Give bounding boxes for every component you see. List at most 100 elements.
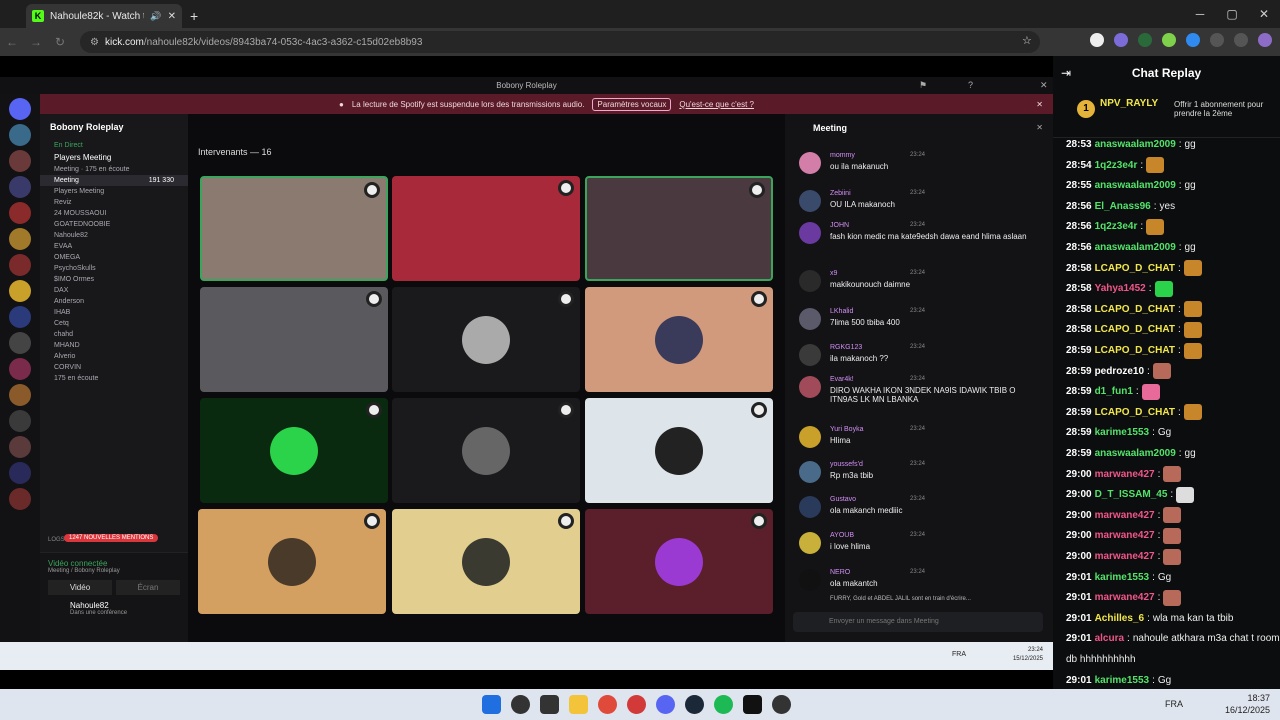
puzzle-icon[interactable] [1210,33,1224,47]
chat-message[interactable]: 29:01 marwane427: [1066,587,1182,608]
chat-username[interactable]: marwane427 [1095,505,1155,526]
url-field[interactable]: ⚙ kick.com /nahoule82k/videos/8943ba74-0… [80,31,1040,53]
reload-icon[interactable]: ↻ [48,35,72,49]
extension-icon[interactable] [1090,33,1104,47]
forward-icon[interactable]: → [24,35,48,49]
chrome-icon[interactable] [598,695,617,714]
speaker-tile [200,176,388,281]
bookmark-star-icon[interactable]: ☆ [1022,34,1032,47]
extension-icon[interactable] [1138,33,1152,47]
chat-message[interactable]: 29:00 marwane427: [1066,464,1182,485]
chat-message[interactable]: 29:01 karime1553: Gg [1066,670,1171,691]
chat-username[interactable]: karime1553 [1095,670,1150,691]
chat-username[interactable]: LCAPO_D_CHAT [1095,319,1175,340]
chat-message[interactable]: 28:59 LCAPO_D_CHAT: [1066,340,1202,361]
chat-message[interactable]: 28:58 LCAPO_D_CHAT: [1066,299,1202,320]
chat-message[interactable]: 29:00 marwane427: [1066,546,1182,567]
chat-message[interactable]: 29:01 Achilles_6: wla ma kan ta tbib [1066,608,1233,629]
chat-time: 28:58 [1066,283,1092,295]
chat-message[interactable]: 28:55 anaswaalam2009: gg [1066,175,1196,196]
chat-username[interactable]: LCAPO_D_CHAT [1095,258,1175,279]
back-icon[interactable]: ← [0,35,24,49]
message-author: AYOUB [830,532,854,539]
chat-username[interactable]: karime1553 [1095,422,1150,443]
chat-message[interactable]: 28:53 anaswaalam2009: gg [1066,134,1196,155]
browser-tab[interactable]: K Nahoule82k - Watch the VO 🔊 ✕ [26,4,182,28]
chat-message[interactable]: 28:59 LCAPO_D_CHAT: [1066,402,1202,423]
chat-username[interactable]: anaswaalam2009 [1095,237,1176,258]
chat-message[interactable]: 28:56 El_Anass96: yes [1066,196,1175,217]
chat-username[interactable]: LCAPO_D_CHAT [1095,340,1175,361]
chat-message[interactable]: 28:58 LCAPO_D_CHAT: [1066,258,1202,279]
start-icon[interactable] [482,695,501,714]
chat-message[interactable]: 28:59 anaswaalam2009: gg [1066,443,1196,464]
message-time: 23:24 [910,222,926,228]
file-explorer-icon[interactable] [569,695,588,714]
chat-message[interactable]: 29:00 marwane427: [1066,505,1182,526]
chat-message[interactable]: 29:00 D_T_ISSAM_45: [1066,484,1195,505]
server-icon [9,462,31,484]
new-tab-button[interactable]: + [190,8,198,24]
menu-icon[interactable] [1234,33,1248,47]
discord-icon[interactable] [656,695,675,714]
chat-username[interactable]: El_Anass96 [1095,196,1151,217]
chat-message[interactable]: 29:00 marwane427: [1066,525,1182,546]
chat-message[interactable]: 28:54 1q2z3e4r: [1066,155,1165,176]
chat-username[interactable]: LCAPO_D_CHAT [1095,402,1175,423]
extension-icon[interactable] [1114,33,1128,47]
pin-text: Offrir 1 abonnement pour prendre la 2ème [1174,100,1264,118]
chat-message[interactable]: 29:01 karime1553: Gg [1066,567,1171,588]
maximize-button[interactable]: ▢ [1216,0,1248,28]
chat-message[interactable]: 28:59 karime1553: Gg [1066,422,1171,443]
search-icon[interactable] [511,695,530,714]
chat-username[interactable]: pedroze10 [1095,361,1144,382]
chat-username[interactable]: anaswaalam2009 [1095,175,1176,196]
chat-username[interactable]: marwane427 [1095,525,1155,546]
chat-message[interactable]: 28:56 anaswaalam2009: gg [1066,237,1196,258]
close-tab-icon[interactable]: ✕ [168,11,176,22]
chat-username[interactable]: marwane427 [1095,546,1155,567]
chat-username[interactable]: karime1553 [1095,567,1150,588]
chat-message[interactable]: 28:58 Yahya1452: [1066,278,1173,299]
chat-message[interactable]: db hhhhhhhhhh [1066,649,1136,670]
inbox-icon: ⚑ [919,80,928,90]
chat-username[interactable]: marwane427 [1095,464,1155,485]
clock[interactable]: 18:37 16/12/2025 [1225,692,1270,716]
extension-icon[interactable] [1186,33,1200,47]
chat-username[interactable]: d1_fun1 [1095,381,1133,402]
obs-icon[interactable] [772,695,791,714]
chat-message[interactable]: 28:56 1q2z3e4r: [1066,216,1165,237]
chat-username[interactable]: D_T_ISSAM_45 [1095,484,1168,505]
chat-username[interactable]: alcura [1095,628,1124,649]
app-icon[interactable] [743,695,762,714]
chat-username[interactable]: LCAPO_D_CHAT [1095,299,1175,320]
pinned-gift[interactable]: 1 NPV_RAYLY Offrir 1 abonnement pour pre… [1053,90,1280,138]
chat-username[interactable]: marwane427 [1095,587,1155,608]
chat-username[interactable]: Achilles_6 [1095,608,1144,629]
chat-message[interactable]: 29:01 alcura: nahoule atkhara m3a chat t r… [1066,628,1280,649]
event-sub: Meeting · 175 en écoute [54,166,130,173]
tray-lang[interactable]: FRA [1165,699,1183,709]
spotify-icon[interactable] [714,695,733,714]
close-window-button[interactable]: ✕ [1248,0,1280,28]
app-icon[interactable] [627,695,646,714]
chat-username[interactable]: anaswaalam2009 [1095,134,1176,155]
extension-icon[interactable] [1162,33,1176,47]
steam-icon[interactable] [685,695,704,714]
chat-username[interactable]: anaswaalam2009 [1095,443,1176,464]
site-info-icon[interactable]: ⚙ [90,37,99,48]
task-view-icon[interactable] [540,695,559,714]
extensions [1090,33,1272,47]
chat-username[interactable]: 1q2z3e4r [1095,216,1138,237]
user-name: Nahoule82 [70,601,109,610]
pink-emote-icon [1141,383,1160,400]
server-icon [9,228,31,250]
profile-avatar[interactable] [1258,33,1272,47]
chat-colon: : [1147,612,1150,624]
chat-message[interactable]: 28:59 d1_fun1: [1066,381,1160,402]
chat-username[interactable]: Yahya1452 [1095,278,1146,299]
minimize-button[interactable]: ─ [1184,0,1216,28]
chat-message[interactable]: 28:59 pedroze10: [1066,361,1171,382]
chat-username[interactable]: 1q2z3e4r [1095,155,1138,176]
chat-message[interactable]: 28:58 LCAPO_D_CHAT: [1066,319,1202,340]
